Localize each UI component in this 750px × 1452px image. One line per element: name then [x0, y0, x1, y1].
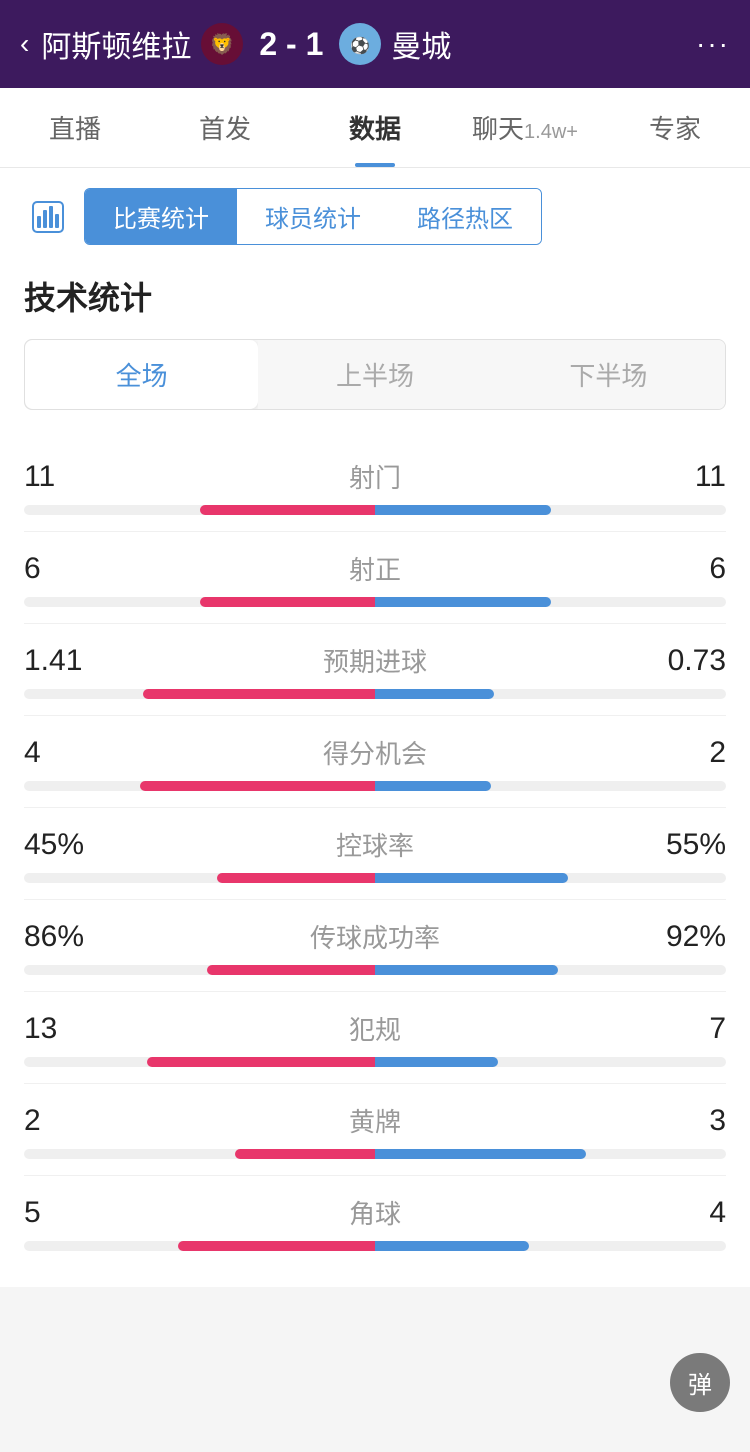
match-score: 2 - 1: [259, 26, 323, 63]
stat-right-value: 7: [646, 1012, 726, 1046]
stats-icon: [24, 195, 72, 239]
stat-left-value: 1.41: [24, 644, 104, 678]
section-title: 技术统计: [24, 273, 726, 319]
stat-label: 犯规: [104, 1010, 646, 1047]
tab-chat[interactable]: 聊天1.4w+: [450, 88, 600, 167]
period-tab-full[interactable]: 全场: [25, 340, 258, 409]
bar-away: [375, 1149, 586, 1159]
stat-label: 得分机会: [104, 734, 646, 771]
stat-row: 6射正6: [24, 532, 726, 624]
bar-away: [375, 505, 551, 515]
stat-left-value: 5: [24, 1196, 104, 1230]
stat-row: 11射门11: [24, 440, 726, 532]
stat-left-value: 4: [24, 736, 104, 770]
stat-bar: [24, 1149, 726, 1159]
bar-away: [375, 689, 494, 699]
match-title: 阿斯顿维拉 🦁 2 - 1 ⚽ 曼城: [41, 22, 696, 66]
svg-text:🦁: 🦁: [210, 32, 235, 56]
stat-right-value: 6: [646, 552, 726, 586]
stat-label: 黄牌: [104, 1102, 646, 1139]
bar-away: [375, 873, 568, 883]
header: ‹ 阿斯顿维拉 🦁 2 - 1 ⚽ 曼城 ···: [0, 0, 750, 88]
away-team-name: 曼城: [391, 22, 451, 66]
bar-home: [235, 1149, 375, 1159]
stat-row: 5角球4: [24, 1176, 726, 1267]
stat-label: 预期进球: [104, 642, 646, 679]
period-tabs: 全场 上半场 下半场: [24, 339, 726, 410]
sub-tab-player[interactable]: 球员统计: [237, 189, 389, 244]
stat-bar: [24, 873, 726, 883]
main-content: 比赛统计 球员统计 路径热区 技术统计 全场 上半场 下半场 11射门116射正…: [0, 168, 750, 1287]
stat-label: 角球: [104, 1194, 646, 1231]
stat-left-value: 2: [24, 1104, 104, 1138]
nav-tabs: 直播 首发 数据 聊天1.4w+ 专家: [0, 88, 750, 168]
back-button[interactable]: ‹: [20, 28, 29, 60]
stat-right-value: 92%: [646, 920, 726, 954]
stat-row: 86%传球成功率92%: [24, 900, 726, 992]
period-tab-second[interactable]: 下半场: [492, 340, 725, 409]
stat-right-value: 55%: [646, 828, 726, 862]
stat-bar: [24, 965, 726, 975]
stat-label: 控球率: [104, 826, 646, 863]
stat-left-value: 13: [24, 1012, 104, 1046]
away-team-badge: ⚽: [339, 23, 381, 65]
bar-home: [200, 597, 376, 607]
float-button[interactable]: 弹: [670, 1353, 730, 1412]
tab-lineup[interactable]: 首发: [150, 88, 300, 167]
stat-label: 射门: [104, 458, 646, 495]
sub-tab-heatmap[interactable]: 路径热区: [389, 189, 541, 244]
bar-home: [178, 1241, 375, 1251]
stat-left-value: 11: [24, 460, 104, 494]
stat-right-value: 0.73: [646, 644, 726, 678]
home-team-badge: 🦁: [201, 23, 243, 65]
stat-right-value: 3: [646, 1104, 726, 1138]
bar-home: [147, 1057, 375, 1067]
bar-away: [375, 597, 551, 607]
tab-live[interactable]: 直播: [0, 88, 150, 167]
home-team-name: 阿斯顿维拉: [41, 22, 191, 66]
stat-bar: [24, 781, 726, 791]
stat-row: 13犯规7: [24, 992, 726, 1084]
stat-bar: [24, 505, 726, 515]
bar-away: [375, 965, 558, 975]
bar-home: [140, 781, 375, 791]
bar-away: [375, 781, 491, 791]
stat-row: 1.41预期进球0.73: [24, 624, 726, 716]
bar-home: [207, 965, 375, 975]
stat-bar: [24, 1057, 726, 1067]
stat-left-value: 6: [24, 552, 104, 586]
sub-tabs-row: 比赛统计 球员统计 路径热区: [24, 188, 726, 245]
stat-row: 4得分机会2: [24, 716, 726, 808]
period-tab-first[interactable]: 上半场: [258, 340, 491, 409]
stat-label: 射正: [104, 550, 646, 587]
bar-away: [375, 1241, 529, 1251]
bar-away: [375, 1057, 498, 1067]
bar-home: [217, 873, 375, 883]
svg-text:⚽: ⚽: [349, 36, 370, 55]
stat-bar: [24, 597, 726, 607]
stats-container: 11射门116射正61.41预期进球0.734得分机会245%控球率55%86%…: [24, 440, 726, 1267]
stat-right-value: 4: [646, 1196, 726, 1230]
more-button[interactable]: ···: [696, 28, 730, 60]
bar-home: [200, 505, 376, 515]
tab-expert[interactable]: 专家: [600, 88, 750, 167]
stat-left-value: 45%: [24, 828, 104, 862]
stat-row: 2黄牌3: [24, 1084, 726, 1176]
stat-left-value: 86%: [24, 920, 104, 954]
sub-tabs: 比赛统计 球员统计 路径热区: [84, 188, 542, 245]
stat-label: 传球成功率: [104, 918, 646, 955]
stat-row: 45%控球率55%: [24, 808, 726, 900]
bar-home: [143, 689, 375, 699]
stat-right-value: 2: [646, 736, 726, 770]
stat-bar: [24, 1241, 726, 1251]
sub-tab-match[interactable]: 比赛统计: [85, 189, 237, 244]
tab-data[interactable]: 数据: [300, 88, 450, 167]
stat-bar: [24, 689, 726, 699]
stat-right-value: 11: [646, 460, 726, 494]
